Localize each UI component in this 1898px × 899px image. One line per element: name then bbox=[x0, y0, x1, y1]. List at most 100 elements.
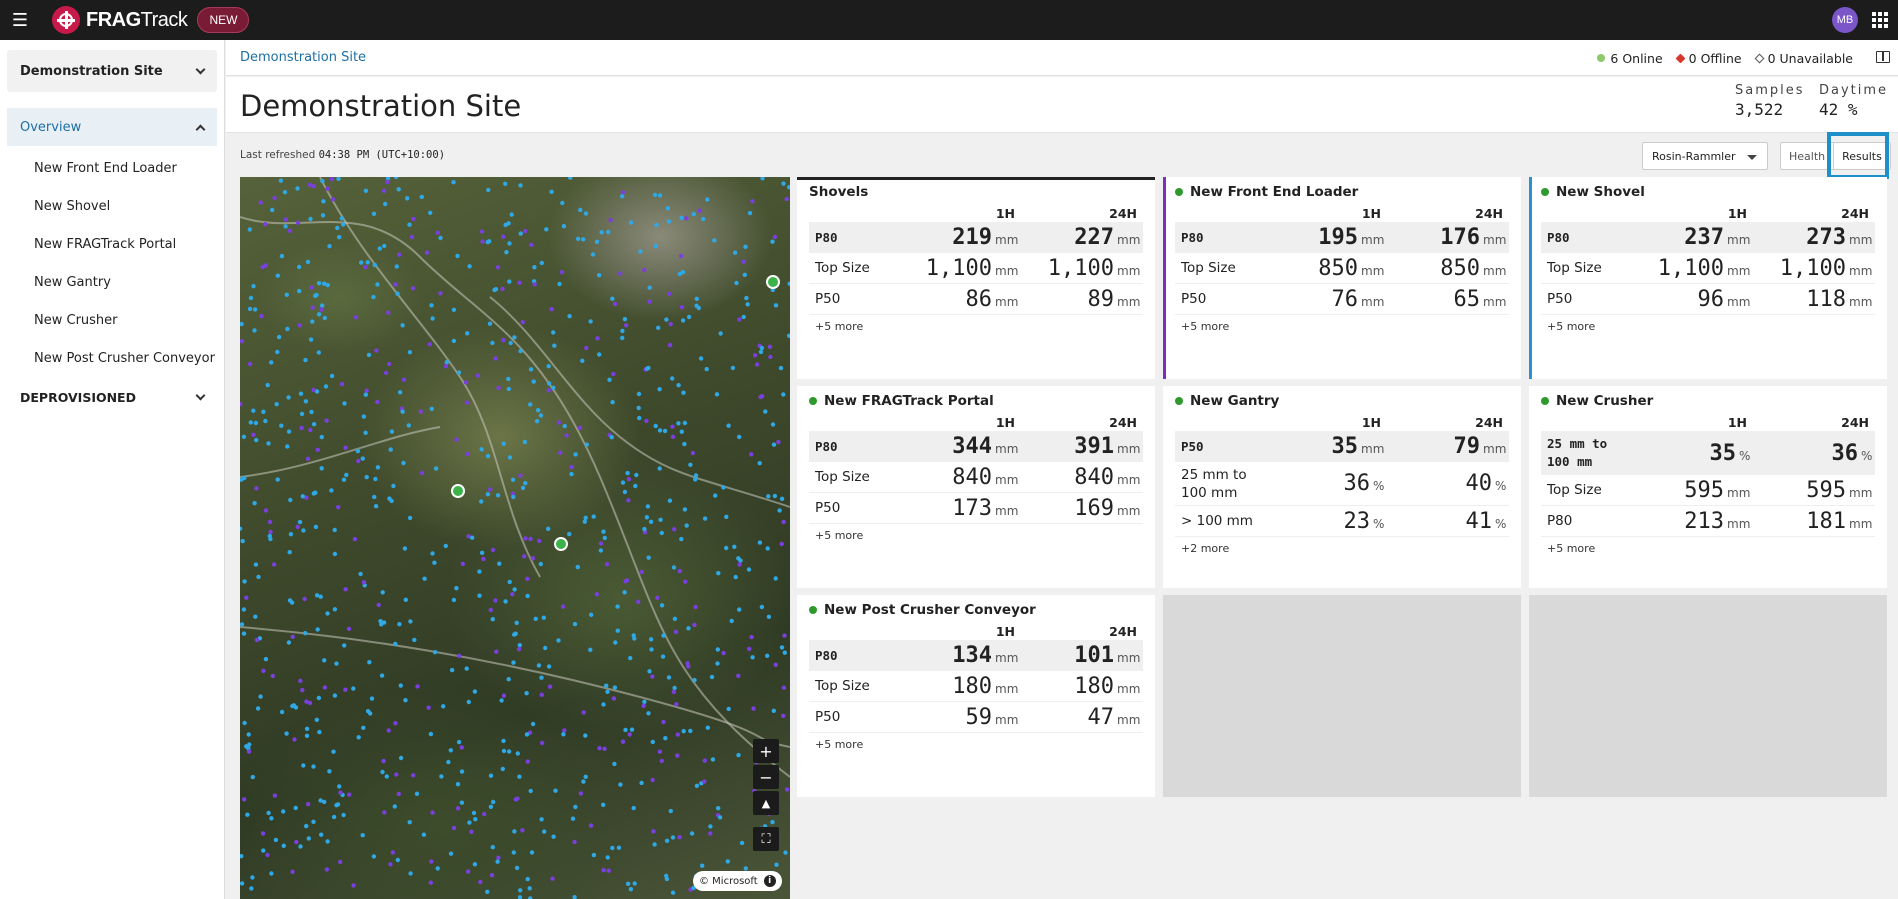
sample-point bbox=[387, 496, 392, 501]
sample-point bbox=[647, 299, 652, 304]
sidebar-item-post-crusher-conveyor[interactable]: New Post Crusher Conveyor bbox=[0, 339, 224, 377]
sample-point bbox=[724, 514, 729, 519]
equipment-card[interactable]: Shovels 1H 24H P80 219 mm 227 mm Top Size 1,100 mm… bbox=[797, 177, 1155, 379]
sample-point bbox=[672, 616, 678, 621]
distribution-model-select[interactable]: Rosin-Rammler bbox=[1642, 142, 1768, 170]
breadcrumb[interactable]: Demonstration Site bbox=[240, 50, 366, 65]
more-metrics-link[interactable]: +5 more bbox=[809, 529, 1143, 542]
sample-point bbox=[642, 526, 647, 532]
sidebar-item-fragtrack-portal[interactable]: New FRAGTrack Portal bbox=[0, 225, 224, 263]
sample-point bbox=[372, 262, 378, 268]
sample-point bbox=[265, 382, 270, 388]
sample-point bbox=[787, 281, 790, 286]
zoom-in-button[interactable]: + bbox=[753, 739, 779, 763]
card-title[interactable]: New FRAGTrack Portal bbox=[809, 392, 1143, 410]
sample-point bbox=[612, 685, 618, 690]
health-tab[interactable]: Health bbox=[1781, 143, 1833, 169]
card-title[interactable]: New Front End Loader bbox=[1175, 183, 1509, 201]
sidebar-section-deprovisioned[interactable]: DEPROVISIONED bbox=[0, 377, 224, 417]
menu-icon[interactable]: ☰ bbox=[0, 0, 40, 40]
sample-point bbox=[275, 477, 280, 482]
more-metrics-link[interactable]: +2 more bbox=[1175, 542, 1509, 555]
apps-grid-icon[interactable] bbox=[1872, 12, 1888, 28]
fragtrack-logo[interactable]: FRAGTrack bbox=[52, 6, 188, 34]
equipment-card[interactable]: New Shovel 1H 24H P80 237 mm 273 mm Top Size 1,10… bbox=[1529, 177, 1887, 379]
status-offline[interactable]: 0 Offline bbox=[1675, 51, 1742, 66]
equipment-card[interactable]: New Crusher 1H 24H 25 mm to 100 mm 35% 36% Top… bbox=[1529, 386, 1887, 588]
sample-point bbox=[512, 587, 517, 592]
more-metrics-link[interactable]: +5 more bbox=[1175, 320, 1509, 333]
card-title[interactable]: New Post Crusher Conveyor bbox=[809, 601, 1143, 619]
sample-point bbox=[408, 619, 413, 624]
site-map[interactable]: + − ▲ ⛶ © Microsoft i bbox=[240, 177, 790, 899]
sample-point bbox=[366, 352, 372, 358]
metric-1h: 36% bbox=[1343, 471, 1385, 496]
more-metrics-link[interactable]: +5 more bbox=[1541, 542, 1875, 555]
sample-point bbox=[430, 316, 435, 321]
sample-point bbox=[255, 706, 261, 711]
sidebar-item-front-end-loader[interactable]: New Front End Loader bbox=[0, 149, 224, 187]
sample-point bbox=[670, 890, 676, 895]
sample-point bbox=[636, 391, 642, 397]
sample-point bbox=[247, 306, 253, 312]
sample-point bbox=[639, 780, 644, 786]
equipment-card[interactable]: New Gantry 1H 24H P50 35 mm 79 mm 25 mm to 100 m… bbox=[1163, 386, 1521, 588]
sample-point bbox=[668, 321, 673, 327]
sample-point bbox=[608, 218, 613, 223]
card-title[interactable]: New Shovel bbox=[1541, 183, 1875, 201]
sidebar-item-gantry[interactable]: New Gantry bbox=[0, 263, 224, 301]
sample-point bbox=[337, 235, 342, 240]
equipment-card[interactable]: New Post Crusher Conveyor 1H 24H P80 134 mm 10… bbox=[797, 595, 1155, 797]
more-metrics-link[interactable]: +5 more bbox=[809, 738, 1143, 751]
device-marker[interactable] bbox=[766, 275, 780, 289]
info-icon[interactable]: i bbox=[763, 875, 776, 887]
user-avatar[interactable]: MB bbox=[1832, 7, 1858, 33]
card-title[interactable]: New Gantry bbox=[1175, 392, 1509, 410]
top-bar: ☰ FRAGTrack NEW MB bbox=[0, 0, 1898, 40]
more-metrics-link[interactable]: +5 more bbox=[809, 320, 1143, 333]
sample-point bbox=[632, 881, 637, 886]
status-online[interactable]: 6 Online bbox=[1597, 51, 1663, 66]
site-selector[interactable]: Demonstration Site bbox=[7, 50, 217, 92]
new-badge[interactable]: NEW bbox=[197, 7, 250, 33]
sample-point bbox=[705, 197, 710, 202]
metric-label: Top Size bbox=[815, 678, 870, 694]
card-title[interactable]: Shovels bbox=[809, 183, 1143, 201]
fullscreen-icon[interactable]: ⛶ bbox=[753, 827, 779, 851]
metric-24h: 273 mm bbox=[1806, 225, 1873, 250]
sample-point bbox=[466, 869, 471, 874]
compass-icon[interactable]: ▲ bbox=[753, 791, 779, 815]
sample-point bbox=[287, 228, 292, 233]
sample-point bbox=[758, 349, 764, 355]
sample-point bbox=[620, 335, 625, 341]
sample-point bbox=[594, 239, 600, 244]
sample-point bbox=[672, 685, 677, 691]
sidebar-item-crusher[interactable]: New Crusher bbox=[0, 301, 224, 339]
device-marker[interactable] bbox=[554, 537, 568, 551]
sample-point bbox=[364, 388, 369, 393]
zoom-out-button[interactable]: − bbox=[753, 765, 779, 789]
sample-point bbox=[392, 804, 397, 809]
sample-point bbox=[573, 804, 578, 810]
sample-point bbox=[767, 344, 773, 349]
sample-point bbox=[253, 614, 258, 619]
metric-row: Top Size 595 mm 595 mm bbox=[1541, 475, 1875, 506]
sample-point bbox=[308, 337, 314, 342]
metric-24h: 89 mm bbox=[1087, 286, 1141, 312]
sample-point bbox=[749, 452, 754, 457]
card-title[interactable]: New Crusher bbox=[1541, 392, 1875, 410]
sample-point bbox=[363, 430, 368, 435]
equipment-card[interactable]: New Front End Loader 1H 24H P80 195 mm 176 mm To… bbox=[1163, 177, 1521, 379]
sample-point bbox=[771, 442, 777, 447]
sidebar-item-shovel[interactable]: New Shovel bbox=[0, 187, 224, 225]
device-marker[interactable] bbox=[451, 484, 465, 498]
metric-1h: 344 mm bbox=[952, 434, 1019, 459]
book-icon[interactable] bbox=[1876, 51, 1890, 63]
status-unavailable[interactable]: 0 Unavailable bbox=[1754, 51, 1853, 66]
more-metrics-link[interactable]: +5 more bbox=[1541, 320, 1875, 333]
sidebar-item-overview[interactable]: Overview bbox=[7, 108, 217, 146]
sample-point bbox=[465, 451, 470, 457]
sample-point bbox=[247, 227, 252, 232]
equipment-card[interactable]: New FRAGTrack Portal 1H 24H P80 344 mm 391 mm To… bbox=[797, 386, 1155, 588]
online-dot-icon bbox=[1541, 188, 1549, 196]
